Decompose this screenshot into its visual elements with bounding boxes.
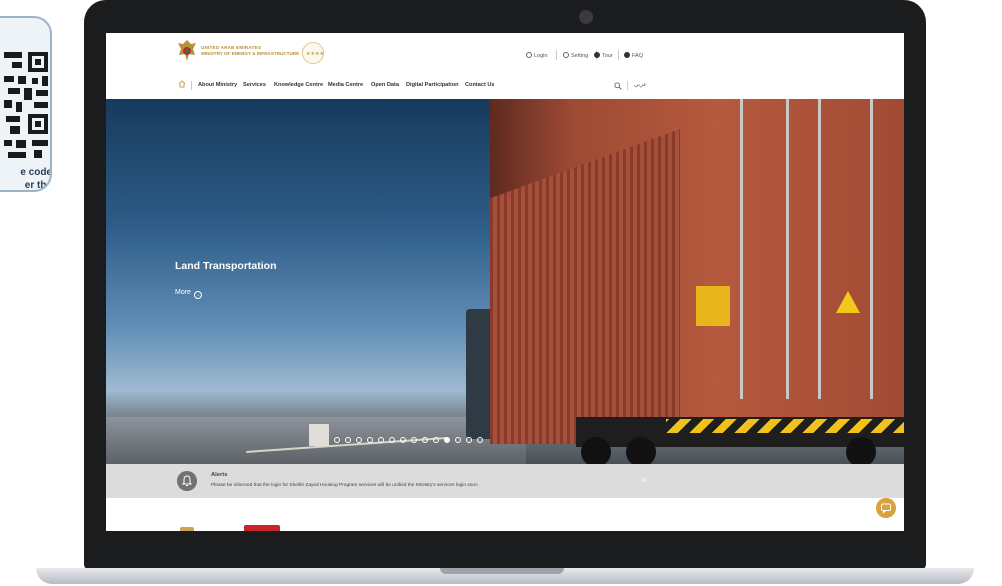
hero-door-bar bbox=[740, 99, 743, 399]
slider-dot[interactable] bbox=[477, 437, 483, 443]
hero-wheel bbox=[581, 437, 611, 464]
login-label: Login bbox=[534, 53, 548, 59]
faq-label: FAQ bbox=[632, 53, 644, 59]
slider-dot[interactable] bbox=[422, 437, 428, 443]
qr-code-icon bbox=[4, 52, 48, 158]
hero-distant-truck bbox=[309, 424, 329, 446]
alert-bar: Alerts Please be informed that the login… bbox=[106, 464, 904, 498]
alert-message: Please be informed that the login for Sh… bbox=[211, 483, 478, 488]
slider-dot[interactable] bbox=[356, 437, 362, 443]
slider-dot[interactable] bbox=[378, 437, 384, 443]
uae-emblem-icon[interactable] bbox=[176, 39, 198, 63]
search-icon[interactable] bbox=[614, 82, 622, 90]
tour-label: Tour bbox=[602, 53, 613, 59]
slider-dot[interactable] bbox=[367, 437, 373, 443]
hero-bumper bbox=[666, 419, 904, 433]
slider-dot[interactable] bbox=[433, 437, 439, 443]
language-switch[interactable]: عربي bbox=[634, 82, 647, 88]
login-link[interactable]: Login bbox=[526, 52, 547, 59]
nav-about-ministry[interactable]: About Ministry bbox=[198, 82, 237, 88]
gear-icon bbox=[563, 52, 569, 58]
section-tab-red[interactable] bbox=[244, 525, 280, 531]
slider-dot[interactable] bbox=[444, 437, 450, 443]
website-screen: UNITED ARAB EMIRATES MINISTRY OF ENERGY … bbox=[106, 33, 904, 531]
bell-icon bbox=[177, 471, 197, 491]
brand-ministry: MINISTRY OF ENERGY & INFRASTRUCTURE bbox=[201, 51, 300, 56]
nav-divider bbox=[191, 81, 192, 90]
slider-dot[interactable] bbox=[411, 437, 417, 443]
question-icon bbox=[624, 52, 630, 58]
home-icon[interactable] bbox=[178, 80, 186, 88]
warning-sign-icon bbox=[836, 291, 860, 313]
hero-wheel bbox=[846, 437, 876, 464]
slider-dot[interactable] bbox=[400, 437, 406, 443]
main-nav: About Ministry Services Knowledge Centre… bbox=[106, 73, 904, 99]
arrow-right-icon: → bbox=[193, 291, 202, 299]
slider-dot[interactable] bbox=[334, 437, 340, 443]
hero-title: Land Transportation bbox=[175, 260, 277, 272]
tour-link[interactable]: Tour bbox=[594, 52, 613, 59]
setting-label: Setting bbox=[571, 53, 589, 59]
alert-title: Alerts bbox=[211, 472, 228, 478]
hero-yellow-plate bbox=[696, 286, 730, 326]
faq-link[interactable]: FAQ bbox=[624, 52, 643, 59]
nav-services[interactable]: Services bbox=[243, 82, 266, 88]
slider-dot[interactable] bbox=[466, 437, 472, 443]
hero-more-link[interactable]: More → bbox=[175, 289, 202, 299]
more-label: More bbox=[175, 289, 191, 296]
hero-door-bar bbox=[818, 99, 821, 399]
nav-knowledge-centre[interactable]: Knowledge Centre bbox=[274, 82, 323, 88]
content-below bbox=[106, 498, 904, 531]
nav-digital-participation[interactable]: Digital Participation bbox=[406, 82, 459, 88]
nav-divider bbox=[627, 81, 628, 90]
brand-country: UNITED ARAB EMIRATES bbox=[201, 45, 262, 50]
chat-icon[interactable] bbox=[876, 498, 896, 518]
hero-door-bar bbox=[870, 99, 873, 399]
site-header: UNITED ARAB EMIRATES MINISTRY OF ENERGY … bbox=[106, 33, 904, 73]
hero-wheel bbox=[626, 437, 656, 464]
slider-dots bbox=[334, 437, 488, 445]
alert-close-button[interactable]: × bbox=[641, 475, 646, 485]
qr-caption: e code er the website bbox=[2, 166, 52, 191]
rating-badge: ★★★★ bbox=[302, 42, 324, 64]
nav-open-data[interactable]: Open Data bbox=[371, 82, 399, 88]
section-tab-gold[interactable] bbox=[180, 527, 194, 531]
hero-door-bar bbox=[786, 99, 789, 399]
camera-icon bbox=[579, 10, 593, 24]
nav-contact-us[interactable]: Contact Us bbox=[465, 82, 495, 88]
nav-media-centre[interactable]: Media Centre bbox=[328, 82, 363, 88]
qr-caption-line-2: er the bbox=[24, 180, 52, 191]
badge-stars: ★★★★ bbox=[306, 51, 324, 57]
hero-slider: Land Transportation More → bbox=[106, 99, 904, 464]
setting-link[interactable]: Setting bbox=[563, 52, 588, 59]
user-icon bbox=[526, 52, 532, 58]
util-divider bbox=[556, 50, 557, 60]
slider-dot[interactable] bbox=[389, 437, 395, 443]
qr-caption-line-1: e code bbox=[20, 167, 52, 178]
slider-dot[interactable] bbox=[455, 437, 461, 443]
qr-card: e code er the website bbox=[0, 16, 52, 192]
util-divider bbox=[618, 50, 619, 60]
slider-dot[interactable] bbox=[345, 437, 351, 443]
tour-icon bbox=[594, 52, 600, 58]
laptop-notch bbox=[440, 568, 564, 574]
